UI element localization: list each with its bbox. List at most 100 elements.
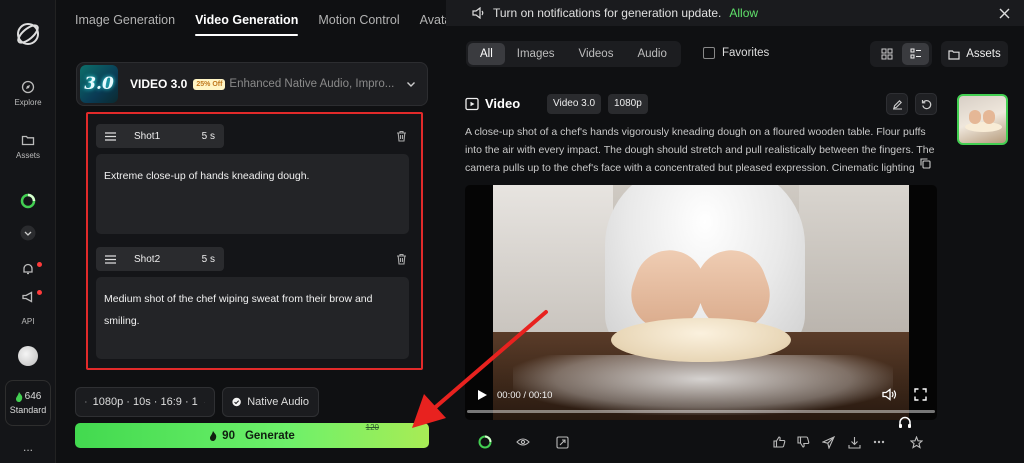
like-button[interactable]: [768, 431, 790, 453]
allow-notifications-link[interactable]: Allow: [729, 6, 758, 20]
list-view-button[interactable]: [902, 43, 929, 65]
folder-icon: [948, 49, 960, 60]
preview-button[interactable]: [512, 431, 534, 453]
settings-summary: 1080p · 10s · 16:9 · 1: [92, 396, 198, 408]
rail-assets-label: Assets: [15, 151, 40, 160]
list-icon: [910, 48, 921, 59]
rail-notifications[interactable]: [0, 262, 56, 276]
thumbs-up-icon: [772, 436, 785, 448]
generate-button[interactable]: 90 Generate 120: [75, 423, 429, 448]
assets-button[interactable]: Assets: [941, 41, 1008, 67]
pencil-icon: [892, 99, 902, 110]
plan-label: Standard: [9, 405, 47, 415]
rail-more[interactable]: ...: [0, 436, 56, 454]
shot-2-header[interactable]: Shot2 5 s: [96, 247, 224, 271]
dislike-button[interactable]: [792, 431, 814, 453]
shot-2-duration[interactable]: 5 s: [202, 254, 215, 265]
rail-status-ring[interactable]: [0, 193, 56, 209]
shot-1-header[interactable]: Shot1 5 s: [96, 124, 224, 148]
old-cost: 120: [365, 423, 379, 432]
filter-all[interactable]: All: [468, 43, 505, 65]
rail-explore[interactable]: Explore: [0, 80, 56, 107]
speaker-icon: [472, 7, 484, 19]
bell-icon: [23, 263, 33, 275]
grid-view-button[interactable]: [873, 43, 900, 65]
tab-video-generation[interactable]: Video Generation: [185, 2, 308, 38]
native-audio-toggle[interactable]: Native Audio: [222, 387, 319, 417]
copy-icon[interactable]: [920, 158, 931, 169]
enhance-button[interactable]: [551, 431, 573, 453]
view-toggle: [870, 41, 932, 67]
video-time: 00:00 / 00:10: [497, 390, 553, 401]
rail-api[interactable]: API: [0, 290, 56, 326]
volume-icon[interactable]: [882, 388, 897, 401]
shot-2-prompt[interactable]: Medium shot of the chef wiping sweat fro…: [96, 277, 409, 359]
headset-icon[interactable]: [897, 415, 913, 431]
video-player[interactable]: 00:00 / 00:10: [465, 185, 937, 420]
credit-box[interactable]: 646 Standard: [5, 380, 51, 426]
drag-handle-icon[interactable]: [105, 254, 116, 264]
download-button[interactable]: [843, 431, 865, 453]
rail-expand[interactable]: [0, 225, 56, 241]
shot-2-label: Shot2: [134, 253, 161, 265]
edit-button[interactable]: [886, 93, 908, 115]
favorites-checkbox[interactable]: [703, 47, 715, 59]
shots-panel: Shot1 5 s Extreme close-up of hands knea…: [86, 112, 423, 370]
share-button[interactable]: [817, 431, 839, 453]
generation-tabs: Image Generation Video Generation Motion…: [56, 0, 456, 40]
result-thumbnail[interactable]: [957, 94, 1008, 145]
status-ring-button[interactable]: [474, 431, 496, 453]
close-icon[interactable]: [999, 8, 1010, 19]
model-selector[interactable]: 3.0 VIDEO 3.0 25% Off Enhanced Native Au…: [76, 62, 428, 106]
ring-icon: [478, 435, 492, 449]
results-panel: All Images Videos Audio Favorites Assets: [446, 26, 1024, 463]
assets-button-label: Assets: [966, 48, 1001, 60]
regenerate-button[interactable]: [915, 93, 937, 115]
logo[interactable]: [0, 20, 56, 48]
favorites-filter[interactable]: Favorites: [703, 47, 769, 59]
model-chip: Video 3.0: [547, 94, 602, 114]
folder-icon: [21, 135, 35, 146]
play-icon[interactable]: [477, 389, 488, 401]
rotate-icon: [921, 99, 931, 109]
video-title-text: Video: [485, 96, 521, 111]
eye-icon: [516, 438, 530, 446]
check-circle-icon: [232, 397, 241, 407]
tab-motion-control[interactable]: Motion Control: [308, 2, 409, 38]
ring-icon: [20, 193, 36, 209]
api-dot: [37, 290, 42, 295]
megaphone-icon: [22, 291, 33, 303]
video-actions: [465, 431, 937, 455]
model-thumbnail: 3.0: [80, 65, 118, 103]
drag-handle-icon[interactable]: [105, 131, 116, 141]
model-description: Enhanced Native Audio, Impro...: [229, 78, 395, 90]
settings-selector[interactable]: 1080p · 10s · 16:9 · 1: [75, 387, 215, 417]
settings-circle-icon: [85, 401, 87, 403]
filter-audio[interactable]: Audio: [625, 43, 678, 65]
delete-shot-2-icon[interactable]: [396, 253, 407, 265]
logo-icon: [17, 23, 39, 45]
credit-count: 646: [24, 391, 42, 402]
shot-1-duration[interactable]: 5 s: [202, 131, 215, 142]
favorite-button[interactable]: [905, 431, 927, 453]
generate-label: Generate: [244, 429, 295, 442]
more-options-button[interactable]: [868, 431, 890, 453]
filter-images[interactable]: Images: [505, 43, 567, 65]
star-icon: [909, 435, 923, 449]
model-name: VIDEO 3.0: [130, 77, 188, 91]
shot-1-prompt[interactable]: Extreme close-up of hands kneading dough…: [96, 154, 409, 234]
avatar: [18, 346, 38, 366]
filter-videos[interactable]: Videos: [567, 43, 626, 65]
rail-assets[interactable]: Assets: [0, 133, 56, 160]
rail-avatar[interactable]: [0, 346, 56, 366]
video-progress[interactable]: [467, 410, 935, 413]
chevron-down-icon: [20, 225, 36, 241]
generate-cost: 90: [222, 429, 235, 442]
left-rail: Explore Assets API 646 Standard ...: [0, 0, 56, 463]
delete-shot-1-icon[interactable]: [396, 130, 407, 142]
grid-icon: [881, 48, 892, 60]
tab-image-generation[interactable]: Image Generation: [56, 2, 185, 38]
discount-badge: 25% Off: [193, 78, 226, 90]
fullscreen-icon[interactable]: [914, 388, 927, 401]
video-icon: [465, 97, 479, 110]
